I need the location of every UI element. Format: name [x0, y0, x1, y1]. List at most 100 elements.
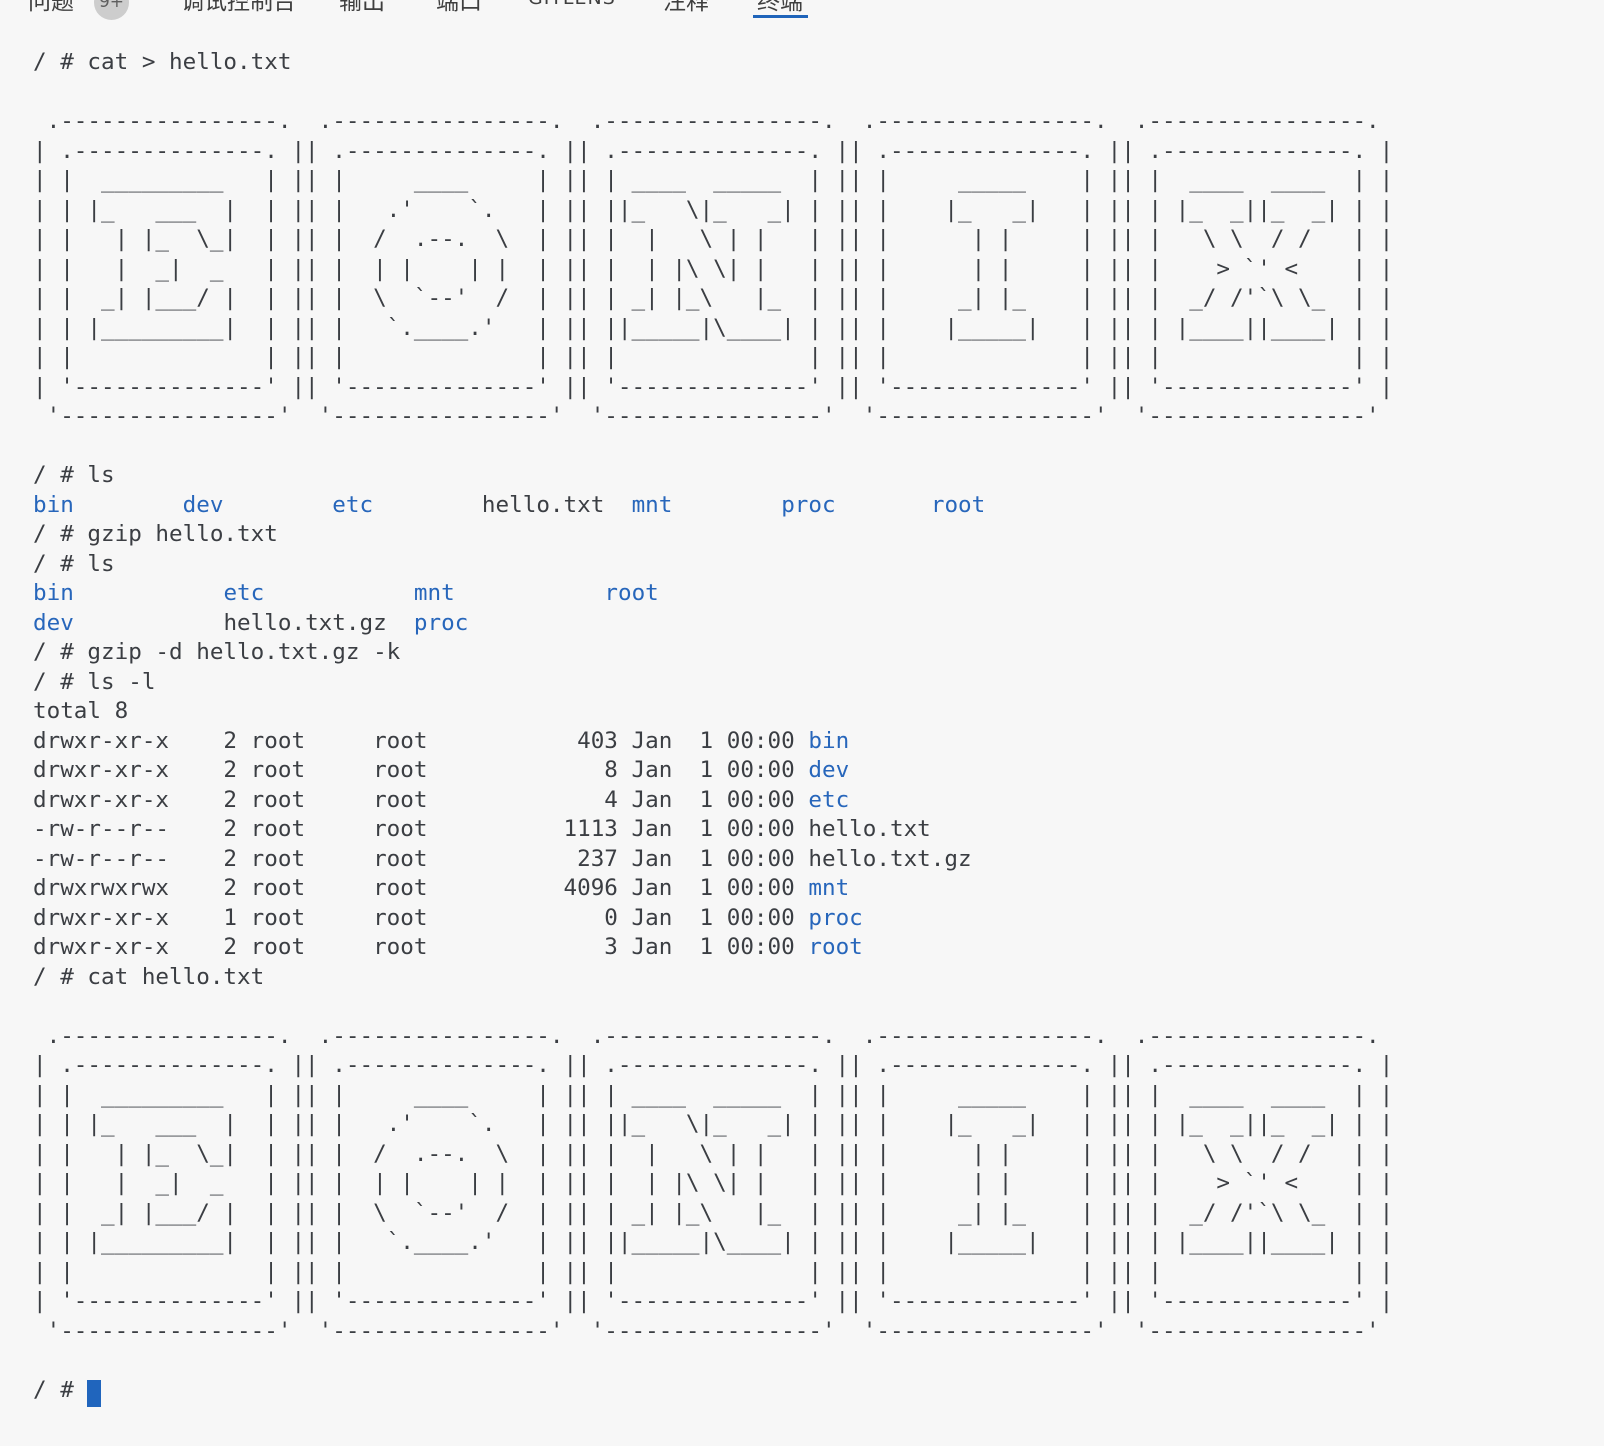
directory-name: dev	[33, 610, 74, 636]
terminal-line: | '--------------' || '--------------' |…	[33, 1288, 1393, 1314]
terminal-line: | | _________ | || | ____ | || | ____ __…	[33, 1082, 1393, 1108]
terminal-line: | | _| |___/ | | || | \ `--' / | || | _|…	[33, 1200, 1393, 1226]
terminal-line: | .--------------. || .--------------. |…	[33, 138, 1393, 164]
terminal-line: | | | |_ \_| | || | / .--. \ | || | | \ …	[33, 226, 1393, 252]
terminal-line: '----------------' '----------------' '-…	[33, 1318, 1393, 1344]
directory-name: mnt	[414, 580, 455, 606]
tab-output[interactable]: 输出	[339, 0, 385, 16]
tab-comments[interactable]: 注释	[663, 0, 709, 16]
terminal-text: hello.txt	[482, 492, 632, 518]
terminal-text: .----------------. .----------------. .-…	[33, 108, 1393, 134]
terminal-line: drwxr-xr-x 2 root root 403 Jan 1 00:00 b…	[33, 728, 849, 754]
directory-name: root	[604, 580, 658, 606]
terminal-text	[223, 492, 332, 518]
panel-tab-bar: 问题 9+ 调试控制台 输出 端口 GITLENS 注释 终端	[0, 0, 1604, 24]
terminal-text: | | | || | | || | | || | | || | | |	[33, 1259, 1393, 1285]
terminal-line: | | | _| _ | || | | | | | | || | | |\ \|…	[33, 1170, 1393, 1196]
terminal-text: '----------------' '----------------' '-…	[33, 1318, 1393, 1344]
terminal-text: | | _| |___/ | | || | \ `--' / | || | _|…	[33, 285, 1393, 311]
terminal-text: / # ls	[33, 462, 115, 488]
terminal-line: total 8	[33, 698, 128, 724]
terminal-text: / # cat hello.txt	[33, 964, 264, 990]
terminal-line: | | | || | | || | | || | | || | | |	[33, 344, 1393, 370]
problems-count-badge: 9+	[94, 0, 129, 20]
terminal-text: | | _| |___/ | | || | \ `--' / | || | _|…	[33, 1200, 1393, 1226]
terminal-line: dev hello.txt.gz proc	[33, 610, 468, 636]
directory-name: etc	[223, 580, 264, 606]
terminal-line: .----------------. .----------------. .-…	[33, 108, 1393, 134]
terminal-text: .----------------. .----------------. .-…	[33, 1023, 1393, 1049]
terminal-line: | | _| |___/ | | || | \ `--' / | || | _|…	[33, 285, 1393, 311]
directory-name: proc	[781, 492, 835, 518]
terminal-text: drwxr-xr-x 2 root root 403 Jan 1 00:00	[33, 728, 808, 754]
terminal-text: | | | || | | || | | || | | || | | |	[33, 344, 1393, 370]
terminal-line: drwxr-xr-x 1 root root 0 Jan 1 00:00 pro…	[33, 905, 863, 931]
terminal-text: -rw-r--r-- 2 root root 237 Jan 1 00:00 h…	[33, 846, 972, 872]
terminal-text: | | | |_ \_| | || | / .--. \ | || | | \ …	[33, 226, 1393, 252]
terminal-line: | | |_ ___ | | || | .' `. | || ||_ \|_ _…	[33, 197, 1393, 223]
directory-name: bin	[33, 580, 74, 606]
tab-debug-console[interactable]: 调试控制台	[181, 0, 296, 16]
directory-name: mnt	[808, 875, 849, 901]
terminal-line: drwxrwxrwx 2 root root 4096 Jan 1 00:00 …	[33, 875, 849, 901]
terminal-line: | .--------------. || .--------------. |…	[33, 1052, 1393, 1078]
terminal-text: | .--------------. || .--------------. |…	[33, 138, 1393, 164]
terminal-line: | | |_________| | || | `.____.' | || ||_…	[33, 315, 1393, 341]
tab-ports[interactable]: 端口	[436, 0, 482, 16]
terminal-text	[373, 492, 482, 518]
terminal-line: | | _________ | || | ____ | || | ____ __…	[33, 167, 1393, 193]
terminal-line: -rw-r--r-- 2 root root 1113 Jan 1 00:00 …	[33, 816, 931, 842]
terminal-text: / # gzip hello.txt	[33, 521, 278, 547]
terminal-line: | | | |_ \_| | || | / .--. \ | || | | \ …	[33, 1141, 1393, 1167]
terminal-text: drwxr-xr-x 1 root root 0 Jan 1 00:00	[33, 905, 808, 931]
terminal-line: | '--------------' || '--------------' |…	[33, 374, 1393, 400]
terminal-line: .----------------. .----------------. .-…	[33, 1023, 1393, 1049]
terminal-text	[74, 580, 224, 606]
directory-name: dev	[183, 492, 224, 518]
tab-problems[interactable]: 问题	[28, 0, 74, 16]
terminal-line: bin dev etc hello.txt mnt proc root	[33, 492, 985, 518]
terminal-line: | | |_ ___ | | || | .' `. | || ||_ \|_ _…	[33, 1111, 1393, 1137]
terminal-output[interactable]: / # cat > hello.txt .----------------. .…	[0, 24, 1604, 1405]
terminal-text: | .--------------. || .--------------. |…	[33, 1052, 1393, 1078]
directory-name: mnt	[632, 492, 673, 518]
terminal-line: / # ls -l	[33, 669, 155, 695]
terminal-text: | | |_________| | || | `.____.' | || ||_…	[33, 315, 1393, 341]
terminal-text: | '--------------' || '--------------' |…	[33, 1288, 1393, 1314]
terminal-text: | | _________ | || | ____ | || | ____ __…	[33, 1082, 1393, 1108]
terminal-line: / # ls	[33, 551, 115, 577]
terminal-line: -rw-r--r-- 2 root root 237 Jan 1 00:00 h…	[33, 846, 972, 872]
terminal-line: drwxr-xr-x 2 root root 4 Jan 1 00:00 etc	[33, 787, 849, 813]
terminal-text	[672, 492, 781, 518]
terminal-text: / # ls	[33, 551, 115, 577]
terminal-text: | | | _| _ | || | | | | | | || | | |\ \|…	[33, 256, 1393, 282]
terminal-text: | | _________ | || | ____ | || | ____ __…	[33, 167, 1393, 193]
directory-name: proc	[808, 905, 862, 931]
terminal-text: drwxr-xr-x 2 root root 8 Jan 1 00:00	[33, 757, 808, 783]
terminal-text: | | |_ ___ | | || | .' `. | || ||_ \|_ _…	[33, 1111, 1393, 1137]
terminal-text	[836, 492, 931, 518]
directory-name: etc	[808, 787, 849, 813]
terminal-text: -rw-r--r-- 2 root root 1113 Jan 1 00:00 …	[33, 816, 931, 842]
directory-name: dev	[808, 757, 849, 783]
terminal-text: | | |_________| | || | `.____.' | || ||_…	[33, 1229, 1393, 1255]
terminal-text: drwxrwxrwx 2 root root 4096 Jan 1 00:00	[33, 875, 808, 901]
directory-name: proc	[414, 610, 468, 636]
terminal-text	[74, 492, 183, 518]
terminal-text: hello.txt.gz	[223, 610, 413, 636]
terminal-line: / #	[33, 1377, 101, 1403]
terminal-line: | | |_________| | || | `.____.' | || ||_…	[33, 1229, 1393, 1255]
terminal-line: '----------------' '----------------' '-…	[33, 403, 1393, 429]
tab-gitlens[interactable]: GITLENS	[528, 0, 616, 9]
terminal-text	[455, 580, 605, 606]
terminal-line: bin etc mnt root	[33, 580, 659, 606]
tab-terminal[interactable]: 终端	[757, 0, 803, 16]
terminal-line: / # ls	[33, 462, 115, 488]
terminal-line: / # cat hello.txt	[33, 964, 264, 990]
terminal-cursor	[87, 1380, 101, 1407]
terminal-line: / # cat > hello.txt	[33, 49, 291, 75]
terminal-line: drwxr-xr-x 2 root root 3 Jan 1 00:00 roo…	[33, 934, 863, 960]
terminal-text: total 8	[33, 698, 128, 724]
terminal-text: / #	[33, 1377, 87, 1403]
terminal-text: / # cat > hello.txt	[33, 49, 291, 75]
